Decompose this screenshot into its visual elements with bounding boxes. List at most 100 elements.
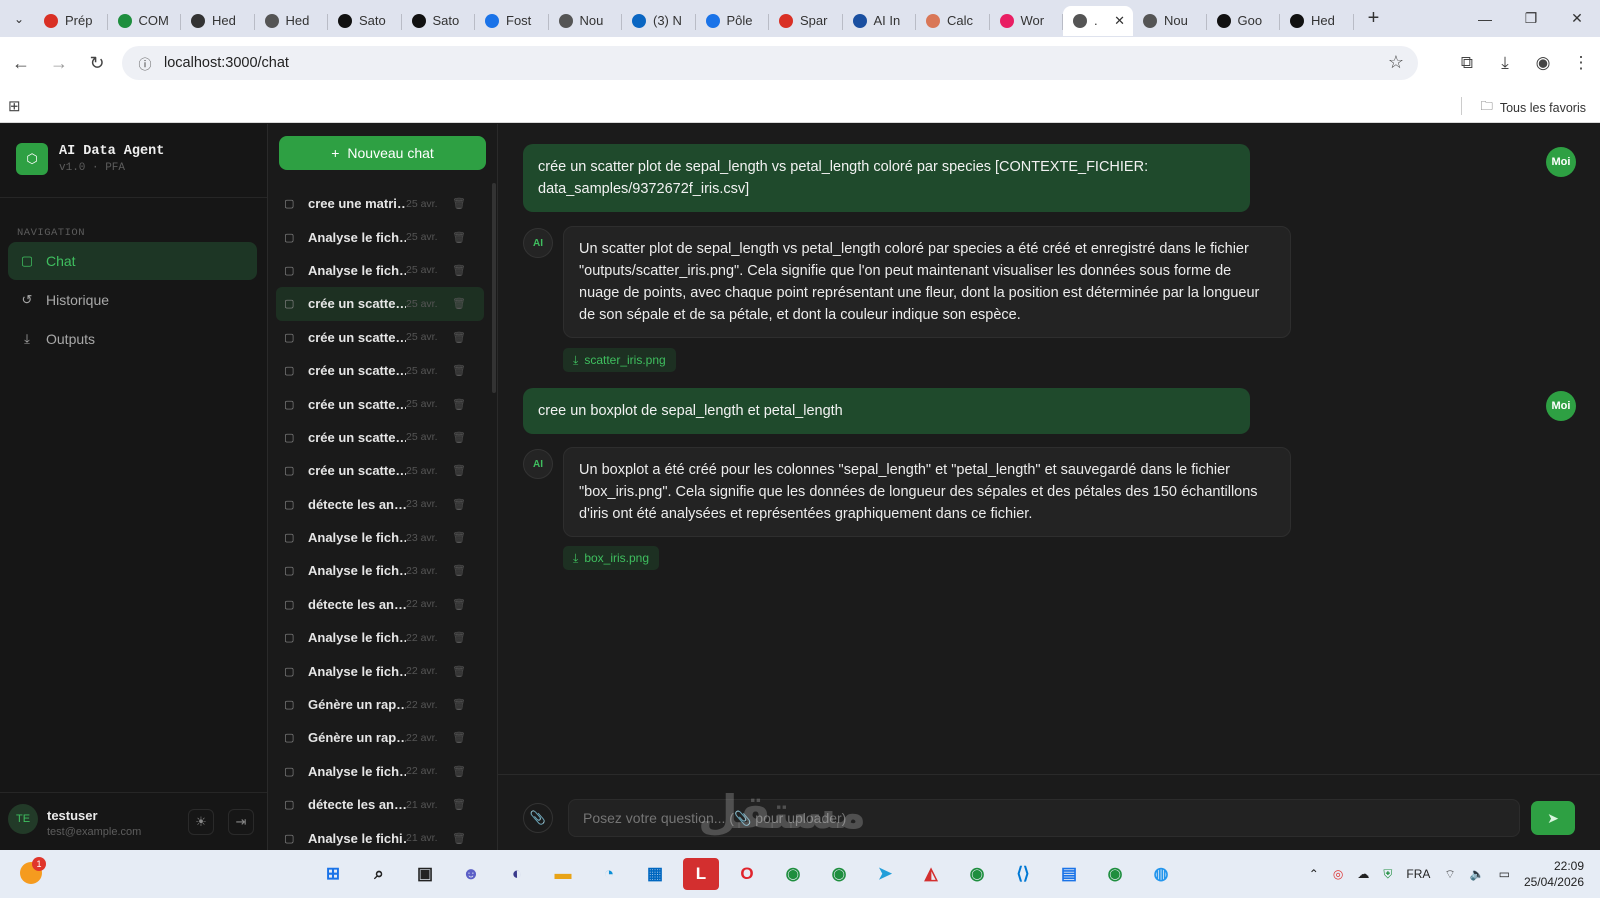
tab-search-button[interactable]: ⌄ [4,5,34,33]
browser-menu-icon[interactable]: ⋮ [1562,46,1600,80]
history-item[interactable]: ▢ cree une matri… 25 avr. 🗑 [276,187,484,220]
browser-tab[interactable]: (3) N [622,6,696,36]
acrobat-icon[interactable]: ◭ [913,858,949,890]
nav-item-historique[interactable]: ↺ Historique [8,281,257,319]
task-view-icon[interactable]: ▣ [407,858,443,890]
trash-icon[interactable]: 🗑 [452,631,466,644]
trash-icon[interactable]: 🗑 [452,698,466,711]
omnibox[interactable]: ⓘ localhost:3000/chat ☆ [122,46,1418,80]
trash-icon[interactable]: 🗑 [452,431,466,444]
browser-tab[interactable]: Nou [549,6,623,36]
history-item[interactable]: ▢ Analyse le fich… 22 avr. 🗑 [276,621,484,654]
history-item[interactable]: ▢ Analyse le fich… 22 avr. 🗑 [276,755,484,788]
history-item[interactable]: ▢ Analyse le fich… 23 avr. 🗑 [276,554,484,587]
history-item[interactable]: ▢ Génère un rap… 22 avr. 🗑 [276,688,484,721]
browser-tab[interactable]: Goo [1207,6,1281,36]
trash-icon[interactable]: 🗑 [452,498,466,511]
browser-tab[interactable]: Pôle [696,6,770,36]
history-item[interactable]: ▢ crée un scatte… 25 avr. 🗑 [276,454,484,487]
tray-app-icon[interactable]: ◎ [1333,867,1343,881]
volume-icon[interactable]: 🔈 [1470,867,1485,881]
browser-tab[interactable]: AI In [843,6,917,36]
store-icon[interactable]: ▦ [637,858,673,890]
browser-tab-active[interactable]: . ✕ [1063,5,1133,36]
new-chat-button[interactable]: + Nouveau chat [279,136,486,170]
all-favorites-button[interactable]: 🗀 Tous les favoris [1480,97,1586,118]
send-button[interactable]: ➤ [1531,801,1575,835]
history-item[interactable]: ▢ détecte les an… 21 avr. 🗑 [276,788,484,821]
nav-item-outputs[interactable]: ⤓ Outputs [8,320,257,358]
opera-icon[interactable]: O [729,858,765,890]
wifi-icon[interactable]: ⌔ [1444,867,1455,882]
bookmark-star-icon[interactable]: ☆ [1388,52,1404,73]
notepad-icon[interactable]: ▤ [1051,858,1087,890]
trash-icon[interactable]: 🗑 [452,598,466,611]
history-item[interactable]: ▢ crée un scatte… 25 avr. 🗑 [276,421,484,454]
chrome-icon[interactable]: ◉ [775,858,811,890]
trash-icon[interactable]: 🗑 [452,531,466,544]
history-item[interactable]: ▢ Génère un rap… 22 avr. 🗑 [276,721,484,754]
history-item[interactable]: ▢ Analyse le fich… 23 avr. 🗑 [276,521,484,554]
chrome-icon[interactable]: ◉ [959,858,995,890]
telegram-icon[interactable]: ➤ [867,858,903,890]
nav-item-chat[interactable]: ▢ Chat [8,242,257,280]
edge-icon[interactable]: ◔ [591,858,627,890]
browser-tab[interactable]: Hed [255,6,329,36]
back-button[interactable]: ← [4,46,38,80]
close-window-button[interactable]: ✕ [1554,0,1600,37]
battery-icon[interactable]: ▭ [1499,867,1510,881]
trash-icon[interactable]: 🗑 [452,297,466,310]
vscode-icon[interactable]: ⟨⟩ [1005,858,1041,890]
teams-icon[interactable]: ☻ [453,858,489,890]
profile-icon[interactable]: ◉ [1524,46,1562,80]
chrome-icon[interactable]: ◉ [1097,858,1133,890]
trash-icon[interactable]: 🗑 [452,331,466,344]
history-item[interactable]: ▢ Analyse le fich… 25 avr. 🗑 [276,254,484,287]
chevron-up-icon[interactable]: ⌃ [1309,867,1319,881]
forward-button[interactable]: → [42,46,76,80]
trash-icon[interactable]: 🗑 [452,197,466,210]
theme-toggle-icon[interactable]: ☀ [188,809,214,835]
app-icon[interactable]: ◐ [499,858,535,890]
trash-icon[interactable]: 🗑 [452,832,466,845]
history-item[interactable]: ▢ crée un scatte… 25 avr. 🗑 [276,387,484,420]
trash-icon[interactable]: 🗑 [452,798,466,811]
language-indicator[interactable]: FRA [1406,867,1430,881]
site-info-icon[interactable]: ⓘ [130,54,160,73]
browser-tab[interactable]: Hed [181,6,255,36]
url-text[interactable]: localhost:3000/chat [164,55,289,71]
browser-tab[interactable]: Nou [1133,6,1207,36]
trash-icon[interactable]: 🗑 [452,398,466,411]
history-item[interactable]: ▢ Analyse le fichi… 21 avr. 🗑 [276,821,484,850]
output-file-link[interactable]: ⤓ scatter_iris.png [563,348,676,372]
browser-tab[interactable]: Fost [475,6,549,36]
output-file-link[interactable]: ⤓ box_iris.png [563,546,660,570]
browser-tab[interactable]: COM [108,6,182,36]
history-item[interactable]: ▢ Analyse le fich… 25 avr. 🗑 [276,220,484,253]
trash-icon[interactable]: 🗑 [452,231,466,244]
file-explorer-icon[interactable]: ▬ [545,858,581,890]
history-item[interactable]: ▢ crée un scatte… 25 avr. 🗑 [276,321,484,354]
search-icon[interactable]: ⌕ [361,858,397,890]
restore-button[interactable]: ❐ [1508,0,1554,37]
history-item[interactable]: ▢ crée un scatte… 25 avr. 🗑 [276,287,484,321]
minimize-button[interactable]: — [1462,0,1508,37]
start-icon[interactable]: ⊞ [315,858,351,890]
browser-tab[interactable]: Spar [769,6,843,36]
browser-tab[interactable]: Prép [34,6,108,36]
trash-icon[interactable]: 🗑 [452,264,466,277]
browser-tab[interactable]: Wor [990,6,1064,36]
attach-file-button[interactable]: 📎 [523,803,553,833]
history-item[interactable]: ▢ détecte les an… 23 avr. 🗑 [276,488,484,521]
browser-tab[interactable]: Calc [916,6,990,36]
trash-icon[interactable]: 🗑 [452,665,466,678]
app-l-icon[interactable]: L [683,858,719,890]
browser-tab[interactable]: Hed [1280,6,1354,36]
history-item[interactable]: ▢ Analyse le fich… 22 avr. 🗑 [276,654,484,687]
browser-tab[interactable]: Sato [402,6,476,36]
chrome-icon[interactable]: ◉ [821,858,857,890]
extensions-icon[interactable]: ⧉ [1448,46,1486,80]
reload-button[interactable]: ↻ [80,46,114,80]
apps-grid-icon[interactable]: ⊞ [8,97,26,115]
chat-input[interactable] [568,799,1520,837]
